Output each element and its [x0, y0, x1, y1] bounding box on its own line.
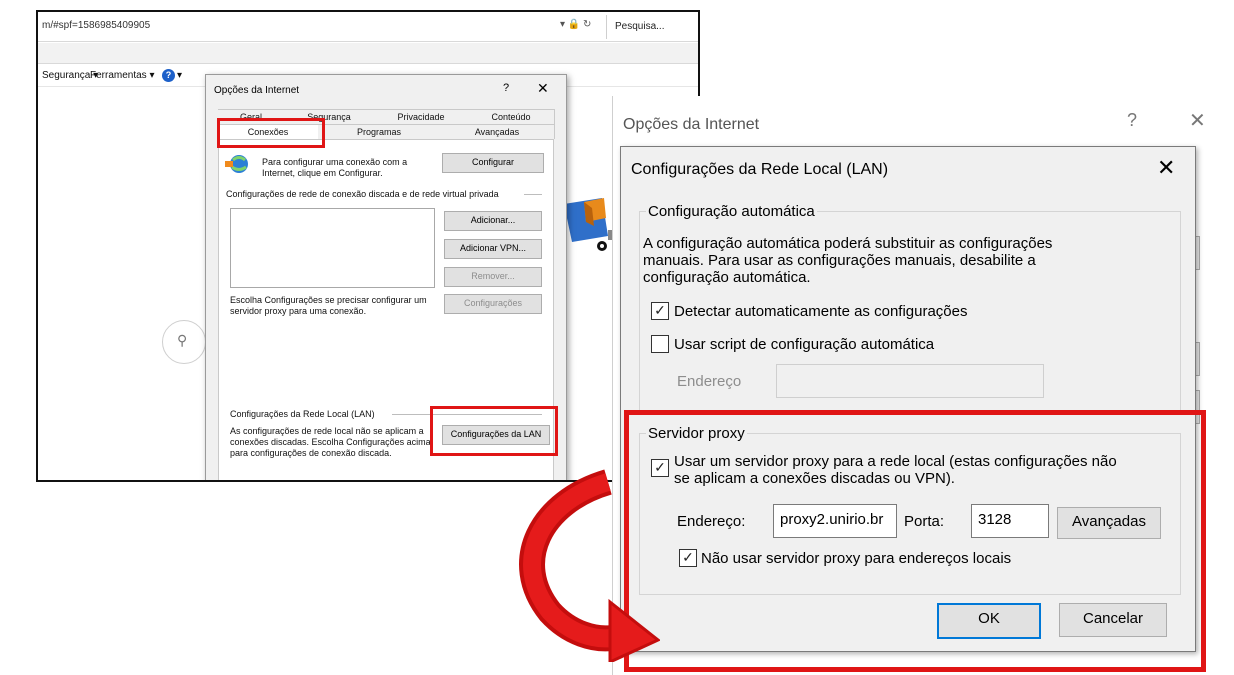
connections-list[interactable]	[230, 208, 435, 288]
divider	[524, 194, 542, 195]
script-address-label: Endereço	[677, 373, 742, 390]
globe-network-icon	[225, 155, 248, 173]
address-bar[interactable]: m/#spf=1586985409905 ▾ 🔒 ↻ Pesquisa...	[38, 12, 698, 42]
page-search-box[interactable]: ⚲	[162, 320, 206, 364]
highlight-lan-button	[430, 406, 558, 456]
lan-section-label: Configurações da Rede Local (LAN)	[230, 409, 375, 419]
background-help-button[interactable]: ?	[1127, 110, 1137, 131]
address-controls[interactable]: ▾ 🔒 ↻	[560, 19, 591, 30]
browser-search-placeholder: Pesquisa...	[615, 21, 665, 32]
auto-config-legend: Configuração automática	[648, 203, 815, 220]
auto-script-checkbox[interactable]	[651, 335, 669, 353]
cart-illustration-icon	[564, 198, 616, 251]
background-dialog-title: Opções da Internet	[623, 116, 760, 133]
add-button[interactable]: Adicionar...	[444, 211, 542, 231]
choose-text: Escolha Configurações se precisar config…	[230, 295, 427, 316]
highlight-proxy-section	[624, 410, 1206, 672]
menu-ferramentas[interactable]: Ferramentas ▾	[90, 70, 154, 81]
add-vpn-button[interactable]: Adicionar VPN...	[444, 239, 542, 259]
highlight-conexoes-tab	[217, 118, 325, 148]
tab-conteudo[interactable]: Conteúdo	[468, 109, 555, 124]
help-icon[interactable]: ?	[162, 69, 175, 82]
detect-settings-label[interactable]: Detectar automaticamente as configuraçõe…	[674, 303, 968, 320]
auto-config-desc-line-2: manuais. Para usar as configurações manu…	[643, 252, 1036, 269]
dialog-title: Opções da Internet	[214, 85, 300, 96]
browser-window: m/#spf=1586985409905 ▾ 🔒 ↻ Pesquisa... S…	[36, 10, 700, 482]
background-close-icon[interactable]: ✕	[1189, 108, 1206, 133]
search-icon: ⚲	[177, 332, 188, 348]
settings-button[interactable]: Configurações	[444, 294, 542, 314]
script-address-input[interactable]	[776, 364, 1044, 398]
tab-privacidade[interactable]: Privacidade	[374, 109, 469, 124]
tab-avancadas[interactable]: Avançadas	[440, 124, 555, 139]
auto-config-desc-line-1: A configuração automática poderá substit…	[643, 235, 1053, 252]
lan-text: As configurações de rede local não se ap…	[230, 426, 431, 458]
help-button[interactable]: ?	[503, 82, 509, 94]
help-dropdown-icon[interactable]: ▾	[177, 70, 182, 81]
configurar-button[interactable]: Configurar	[442, 153, 544, 173]
setup-text: Para configurar uma conexão com a Intern…	[262, 157, 408, 178]
auto-script-label[interactable]: Usar script de configuração automática	[674, 336, 934, 353]
curved-arrow-icon	[519, 469, 660, 662]
tab-programas[interactable]: Programas	[318, 124, 441, 139]
dialup-section-label: Configurações de rede de conexão discada…	[226, 189, 499, 199]
detect-settings-checkbox[interactable]: ✓	[651, 302, 669, 320]
browser-search-box[interactable]: Pesquisa...	[606, 15, 698, 39]
check-icon: ✓	[654, 302, 666, 318]
url-text[interactable]: m/#spf=1586985409905	[42, 20, 150, 31]
auto-config-desc-line-3: configuração automática.	[643, 269, 811, 286]
tab-strip	[38, 43, 698, 64]
close-icon[interactable]: ✕	[537, 80, 549, 97]
remove-button[interactable]: Remover...	[444, 267, 542, 287]
close-icon[interactable]: ✕	[1157, 155, 1175, 181]
dialog-title: Configurações da Rede Local (LAN)	[631, 161, 889, 178]
